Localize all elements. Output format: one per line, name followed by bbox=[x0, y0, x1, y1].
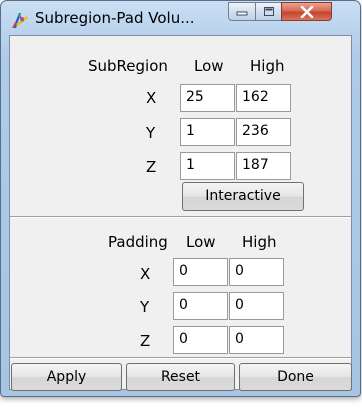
subregion-x-low-input[interactable]: 25 bbox=[180, 84, 235, 112]
minimize-button[interactable] bbox=[228, 2, 256, 21]
apply-button[interactable]: Apply bbox=[11, 363, 122, 391]
title-bar[interactable]: Subregion-Pad Volu... bbox=[1, 1, 360, 35]
subregion-y-low-input[interactable]: 1 bbox=[180, 118, 235, 146]
padding-high-header: High bbox=[242, 233, 277, 251]
dialog-window: Subregion-Pad Volu... SubRegion Low High… bbox=[0, 0, 361, 397]
padding-z-label: Z bbox=[140, 332, 151, 350]
maximize-icon bbox=[263, 7, 274, 16]
dialog-content: SubRegion Low High X 25 162 Y 1 236 Z 1 … bbox=[9, 35, 352, 391]
subregion-x-label: X bbox=[146, 89, 157, 107]
button-divider bbox=[10, 357, 351, 359]
padding-z-low-input[interactable]: 0 bbox=[173, 326, 228, 354]
subregion-y-label: Y bbox=[146, 124, 156, 142]
maximize-button[interactable] bbox=[255, 2, 282, 21]
padding-low-header: Low bbox=[186, 233, 216, 251]
padding-y-low-input[interactable]: 0 bbox=[173, 292, 228, 320]
reset-button[interactable]: Reset bbox=[126, 363, 235, 391]
subregion-high-header: High bbox=[250, 57, 285, 75]
padding-y-label: Y bbox=[140, 298, 150, 316]
window-title: Subregion-Pad Volu... bbox=[35, 9, 195, 27]
app-icon bbox=[12, 13, 28, 28]
done-button[interactable]: Done bbox=[239, 363, 352, 391]
subregion-z-low-input[interactable]: 1 bbox=[180, 152, 235, 180]
padding-x-label: X bbox=[140, 265, 151, 283]
padding-header: Padding bbox=[108, 233, 168, 251]
close-button[interactable] bbox=[281, 2, 332, 21]
subregion-header: SubRegion bbox=[88, 57, 168, 75]
padding-x-high-input[interactable]: 0 bbox=[229, 258, 284, 286]
minimize-icon bbox=[236, 11, 248, 15]
padding-z-high-input[interactable]: 0 bbox=[229, 326, 284, 354]
padding-y-high-input[interactable]: 0 bbox=[229, 292, 284, 320]
subregion-x-high-input[interactable]: 162 bbox=[236, 84, 291, 112]
interactive-button[interactable]: Interactive bbox=[182, 182, 304, 211]
padding-x-low-input[interactable]: 0 bbox=[173, 258, 228, 286]
subregion-z-label: Z bbox=[146, 158, 157, 176]
subregion-low-header: Low bbox=[194, 57, 224, 75]
close-icon bbox=[300, 5, 313, 18]
subregion-y-high-input[interactable]: 236 bbox=[236, 118, 291, 146]
subregion-z-high-input[interactable]: 187 bbox=[236, 152, 291, 180]
section-divider bbox=[10, 216, 351, 218]
